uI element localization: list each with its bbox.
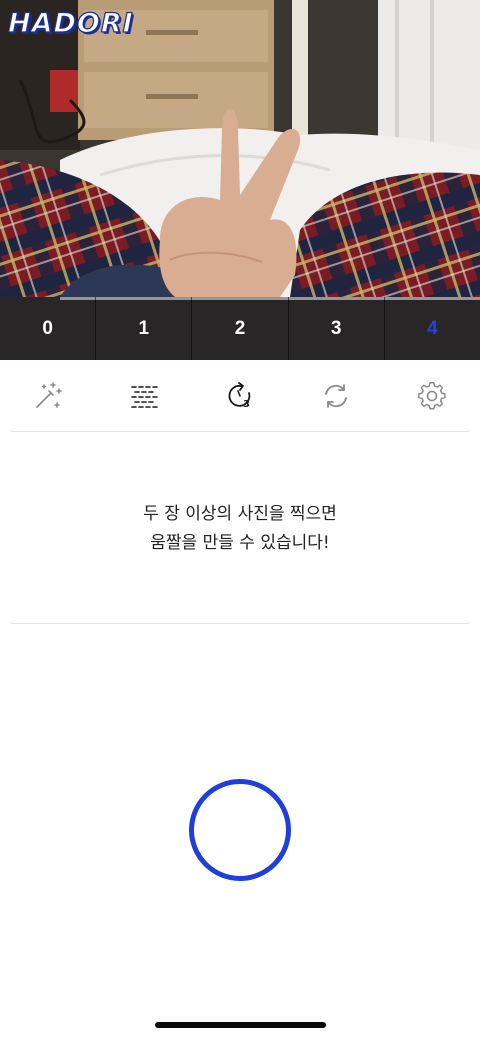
texture-icon [131, 386, 158, 408]
settings-gear-icon [418, 381, 446, 410]
magic-wand-icon [36, 382, 62, 408]
camera-preview: HADORI 0 1 2 3 4 [0, 0, 480, 360]
frame-option-2[interactable]: 2 [191, 297, 288, 360]
timer-badge: 3 [243, 399, 250, 410]
frame-option-4[interactable]: 4 [383, 297, 480, 360]
shutter-button[interactable] [189, 779, 291, 881]
texture-button[interactable] [96, 362, 192, 430]
effects-button[interactable] [0, 362, 96, 430]
frame-count-selector: 0 1 2 3 4 [0, 297, 480, 360]
settings-button[interactable] [384, 362, 480, 430]
message-divider [11, 623, 469, 624]
timer-3-icon: 3 [228, 382, 251, 410]
app-logo: HADORI [7, 7, 134, 39]
instruction-line-2: 움짤을 만들 수 있습니다! [150, 533, 330, 553]
frame-option-3[interactable]: 3 [287, 297, 384, 360]
instruction-line-1: 두 장 이상의 사진을 찍으면 [143, 504, 337, 524]
camera-toolbar: 3 [0, 362, 480, 430]
toolbar-divider [11, 431, 469, 432]
instruction-message: 두 장 이상의 사진을 찍으면 움짤을 만들 수 있습니다! [0, 500, 480, 558]
switch-camera-icon [325, 384, 347, 408]
frame-option-0[interactable]: 0 [0, 297, 96, 360]
switch-camera-button[interactable] [288, 362, 384, 430]
frame-option-1[interactable]: 1 [95, 297, 192, 360]
home-indicator [155, 1022, 326, 1028]
timer-button[interactable]: 3 [192, 362, 288, 430]
